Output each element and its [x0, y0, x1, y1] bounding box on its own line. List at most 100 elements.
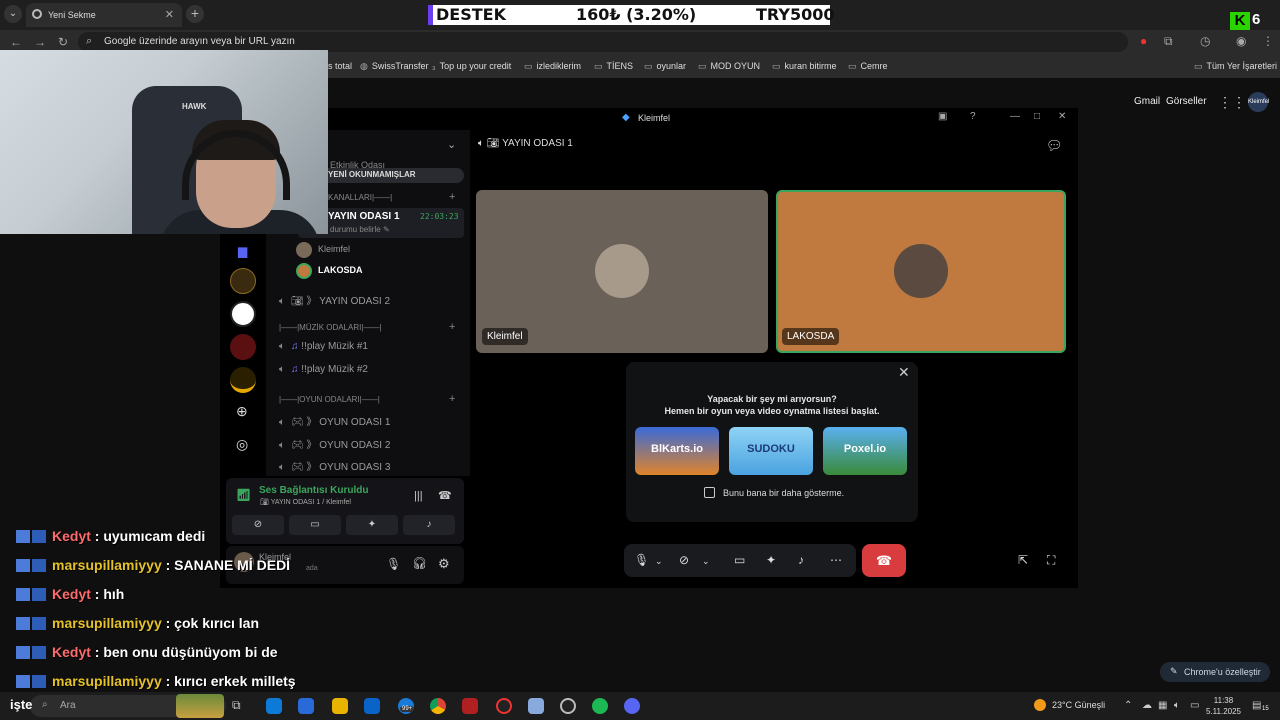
- add-channel-icon[interactable]: +: [449, 191, 455, 203]
- network-icon[interactable]: ▦: [1158, 700, 1167, 711]
- extension-icon[interactable]: ●: [1140, 34, 1147, 48]
- server-icon[interactable]: [230, 334, 256, 360]
- video-tile-speaking[interactable]: LAKOSDA: [776, 190, 1066, 353]
- category-header[interactable]: |——|MÜZİK ODALARI|——|: [279, 323, 382, 332]
- member-name[interactable]: LAKOSDA: [318, 265, 363, 275]
- bookmark-item[interactable]: ▭ izlediklerim: [524, 61, 581, 72]
- address-bar[interactable]: ⌕ Google üzerinde arayın veya bir URL ya…: [78, 32, 1128, 52]
- profile-icon[interactable]: ◉: [1236, 34, 1246, 48]
- copilot-icon[interactable]: [298, 698, 314, 714]
- voice-channel[interactable]: 🔈︎ 📷︎ 》 YAYIN ODASI 2: [279, 292, 390, 307]
- reload-icon[interactable]: ↻: [58, 35, 68, 49]
- noise-suppression-icon[interactable]: |||: [414, 490, 423, 502]
- soundboard-button[interactable]: ♪: [403, 515, 455, 535]
- task-view-icon[interactable]: ⧉: [232, 698, 248, 714]
- bookmark-item[interactable]: ▭ TİENS: [594, 61, 633, 72]
- explore-icon[interactable]: ◎: [236, 436, 248, 453]
- add-channel-icon[interactable]: +: [449, 393, 455, 405]
- chrome-icon[interactable]: [430, 698, 446, 714]
- add-channel-icon[interactable]: +: [449, 321, 455, 333]
- spotify-icon[interactable]: [592, 698, 608, 714]
- activity-button[interactable]: ✦: [346, 515, 398, 535]
- back-icon[interactable]: ←: [10, 35, 22, 49]
- video-tile[interactable]: Kleimfel: [476, 190, 768, 353]
- screen-share-button[interactable]: ▭: [289, 515, 341, 535]
- tab-search-button[interactable]: ⌄: [4, 5, 22, 23]
- weather-widget[interactable]: 23°C Güneşli: [1052, 700, 1105, 710]
- outlook-icon[interactable]: [364, 698, 380, 714]
- activity-icon[interactable]: ✦: [766, 553, 776, 567]
- app-icon[interactable]: [462, 698, 478, 714]
- signal-icon[interactable]: 📶︎: [236, 488, 251, 502]
- google-profile-avatar[interactable]: Kleimfel: [1248, 92, 1269, 112]
- member-name[interactable]: Kleimfel: [318, 244, 350, 254]
- browser-tab[interactable]: Yeni Sekme ✕: [26, 3, 182, 27]
- status-hint[interactable]: durumu belirle ✎: [330, 225, 390, 234]
- voice-channel[interactable]: 🔈︎ ♫ !!play Müzik #1: [279, 341, 368, 352]
- server-icon-active[interactable]: [230, 301, 256, 327]
- server-icon[interactable]: [230, 367, 256, 393]
- bookmark-item[interactable]: ◍ SwissTransfer: [360, 61, 429, 72]
- camera-off-icon[interactable]: ⊘: [679, 553, 689, 567]
- popout-icon[interactable]: ⇱: [1018, 553, 1028, 567]
- menu-icon[interactable]: ⋮: [1262, 34, 1274, 48]
- all-bookmarks[interactable]: ▭ Tüm Yer İşaretleri: [1194, 61, 1277, 72]
- taskbar-clock[interactable]: 11:38 5.11.2025: [1206, 695, 1241, 717]
- help-icon[interactable]: ?: [970, 111, 976, 122]
- headphones-icon[interactable]: 🎧︎: [412, 556, 427, 570]
- obs-icon[interactable]: [496, 698, 512, 714]
- more-icon[interactable]: ⋯: [830, 553, 842, 567]
- bookmark-item[interactable]: ▭ kuran bitirme: [772, 61, 837, 72]
- bookmark-item[interactable]: ▭ MOD OYUN: [698, 61, 760, 72]
- close-icon[interactable]: ✕: [1058, 111, 1066, 122]
- close-icon[interactable]: ✕: [898, 364, 910, 381]
- screen-share-icon[interactable]: ▭: [734, 553, 745, 567]
- chat-bubble-icon[interactable]: 💬︎: [1046, 138, 1063, 154]
- voice-channel[interactable]: 🔈︎ 🎮︎ 》 OYUN ODASI 3: [279, 458, 390, 473]
- inbox-icon[interactable]: ▣: [938, 111, 947, 122]
- game-card[interactable]: Poxel.io: [823, 427, 907, 475]
- apps-grid-icon[interactable]: ⋮⋮: [1218, 94, 1246, 111]
- microphone-icon[interactable]: 🎙︎: [634, 553, 649, 567]
- voice-channel[interactable]: 🔈︎ 🎮︎ 》 OYUN ODASI 2: [279, 436, 390, 451]
- extensions-puzzle-icon[interactable]: ⧉: [1164, 34, 1173, 49]
- file-explorer-icon[interactable]: [332, 698, 348, 714]
- add-server-icon[interactable]: ⊕: [236, 403, 248, 420]
- disconnect-icon[interactable]: ☎: [438, 489, 452, 502]
- forward-icon[interactable]: →: [34, 35, 46, 49]
- history-icon[interactable]: ◷: [1200, 34, 1210, 48]
- game-card[interactable]: BlKarts.io: [635, 427, 719, 475]
- folder-icon[interactable]: ▆: [238, 244, 247, 258]
- gmail-link[interactable]: Gmail: [1134, 96, 1160, 107]
- dont-show-checkbox[interactable]: Bunu bana bir daha gösterme.: [704, 487, 844, 498]
- disconnect-button[interactable]: ☎: [862, 544, 906, 577]
- settings-gear-icon[interactable]: ⚙: [438, 556, 450, 572]
- minimize-icon[interactable]: —: [1010, 111, 1020, 122]
- voice-channel[interactable]: 🔈︎ ♫ !!play Müzik #2: [279, 364, 368, 375]
- display-icon[interactable]: ▭: [1190, 700, 1199, 711]
- cloud-icon[interactable]: ☁: [1142, 700, 1152, 711]
- app-icon[interactable]: [528, 698, 544, 714]
- fullscreen-icon[interactable]: ⛶: [1047, 553, 1055, 568]
- category-header[interactable]: |——|OYUN ODALARI|——|: [279, 395, 380, 404]
- voice-channel-path[interactable]: 📷︎ YAYIN ODASI 1 / Kleimfel: [260, 498, 351, 506]
- discord-taskbar-icon[interactable]: [624, 698, 640, 714]
- bookmark-item[interactable]: s total: [328, 61, 352, 71]
- chevron-down-icon[interactable]: ⌄: [702, 556, 710, 567]
- voice-channel[interactable]: 🔈︎ 🎮︎ 》 OYUN ODASI 1: [279, 413, 390, 428]
- microphone-icon[interactable]: 🎙︎: [386, 557, 401, 571]
- new-tab-button[interactable]: +: [186, 5, 204, 23]
- bookmark-item[interactable]: ₃ Top up your credit: [432, 61, 511, 71]
- bookmark-item[interactable]: ▭ Cemre: [848, 61, 888, 72]
- server-icon[interactable]: [230, 268, 256, 294]
- soundboard-icon[interactable]: ♪: [798, 553, 804, 567]
- app-icon[interactable]: [560, 698, 576, 714]
- camera-toggle-button[interactable]: ⊘: [232, 515, 284, 535]
- edge-icon[interactable]: [266, 698, 282, 714]
- tray-chevron-icon[interactable]: ⌃: [1124, 700, 1132, 711]
- game-card[interactable]: SUDOKU: [729, 427, 813, 475]
- images-link[interactable]: Görseller: [1166, 96, 1207, 107]
- close-tab-icon[interactable]: ✕: [165, 8, 174, 21]
- checkbox[interactable]: [704, 487, 715, 498]
- maximize-icon[interactable]: □: [1034, 111, 1040, 122]
